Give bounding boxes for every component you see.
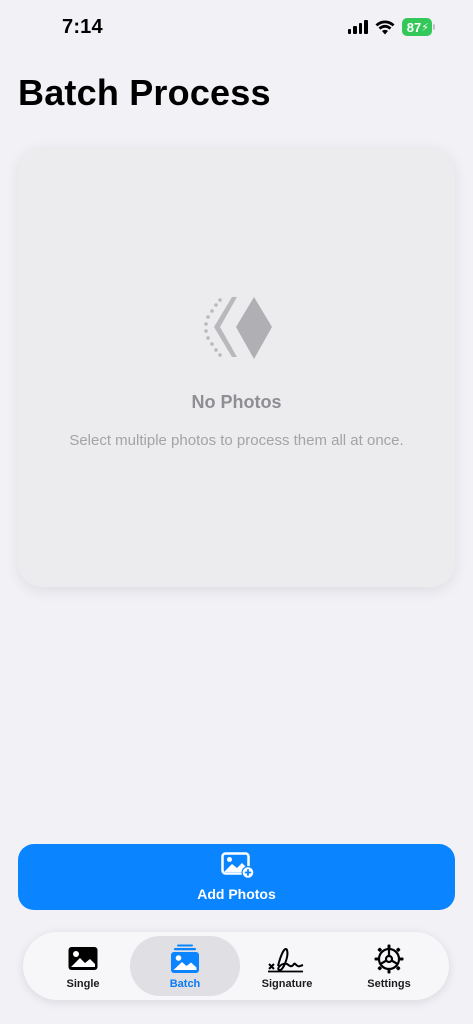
empty-state-title: No Photos xyxy=(191,392,282,412)
tab-settings-label: Settings xyxy=(367,978,411,990)
wifi-icon xyxy=(375,19,395,34)
tab-single-label: Single xyxy=(66,978,100,990)
photo-icon xyxy=(68,947,98,970)
photo-add-icon xyxy=(221,852,255,879)
tab-single[interactable]: Single xyxy=(28,936,138,996)
photo-stack-icon xyxy=(171,944,199,973)
empty-state-subtitle: Select multiple photos to process them a… xyxy=(69,432,404,449)
page-title: Batch Process xyxy=(18,72,271,113)
tab-batch-label: Batch xyxy=(169,978,201,990)
add-photos-label: Add Photos xyxy=(197,886,276,902)
status-time: 7:14 xyxy=(62,16,103,38)
cellular-signal-icon xyxy=(347,20,368,34)
status-bar: 7:14 87 ⚡ xyxy=(0,0,473,58)
status-icons: 87 ⚡ xyxy=(347,18,435,36)
tab-batch[interactable]: Batch xyxy=(130,936,240,996)
stacked-diamond-icon xyxy=(204,297,272,359)
battery-icon: 87 ⚡ xyxy=(401,18,435,36)
tab-bar: Single Batch Signature Settings xyxy=(23,932,449,1000)
signature-icon xyxy=(268,948,304,973)
battery-level: 87 xyxy=(406,19,422,35)
tab-signature[interactable]: Signature xyxy=(232,936,342,996)
tab-signature-label: Signature xyxy=(261,978,313,990)
gear-icon xyxy=(374,944,404,974)
add-photos-button[interactable]: Add Photos xyxy=(18,844,455,910)
tab-settings[interactable]: Settings xyxy=(334,936,444,996)
empty-state-card: No Photos Select multiple photos to proc… xyxy=(18,147,455,587)
